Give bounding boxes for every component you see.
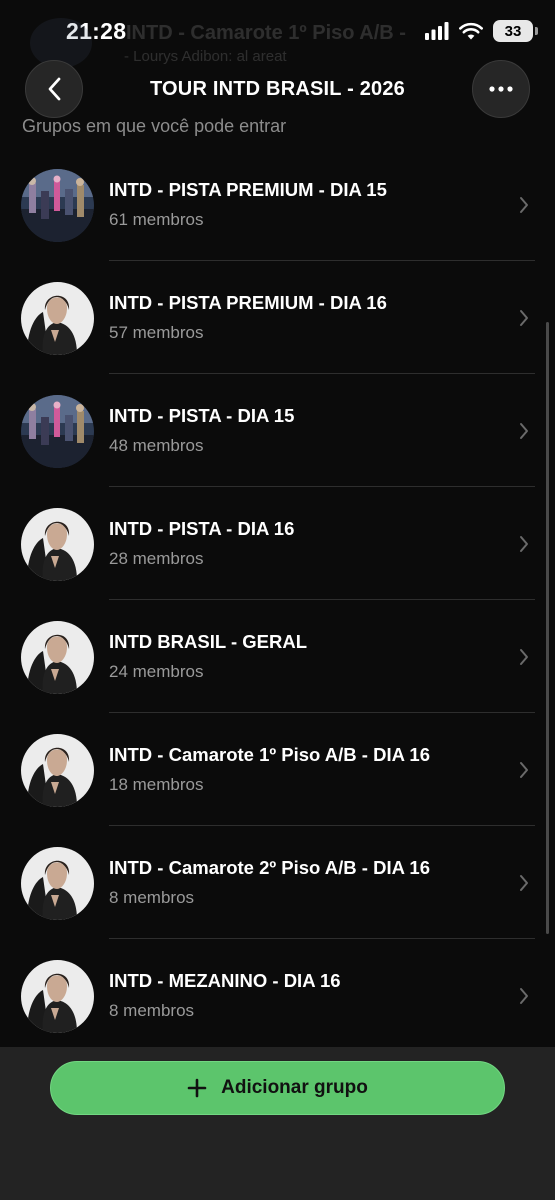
group-name: INTD - PISTA - DIA 16 bbox=[109, 518, 295, 539]
group-member-count: 24 membros bbox=[109, 662, 204, 681]
add-group-label: Adicionar grupo bbox=[221, 1077, 368, 1098]
chevron-right-icon bbox=[520, 762, 528, 778]
navigation-bar: TOUR INTD BRASIL - 2026 bbox=[0, 60, 555, 120]
group-name: INTD - Camarote 2º Piso A/B - DIA 16 bbox=[109, 857, 430, 878]
group-row[interactable]: INTD - PISTA - DIA 15 48 membros bbox=[0, 374, 555, 487]
group-name: INTD - MEZANINO - DIA 16 bbox=[109, 970, 341, 991]
group-avatar bbox=[21, 282, 94, 355]
status-bar: 21:28 33 bbox=[0, 0, 555, 62]
group-name: INTD BRASIL - GERAL bbox=[109, 631, 308, 652]
section-label: Grupos em que você pode entrar bbox=[22, 116, 287, 136]
group-avatar bbox=[21, 621, 94, 694]
chevron-right-icon bbox=[520, 423, 528, 439]
bottom-panel: Adicionar grupo bbox=[0, 1047, 555, 1200]
plus-icon bbox=[187, 1078, 207, 1098]
battery-level: 33 bbox=[504, 22, 522, 40]
scrollbar[interactable] bbox=[546, 322, 549, 934]
status-icons: 33 bbox=[425, 20, 538, 42]
group-member-count: 18 membros bbox=[109, 775, 204, 794]
group-member-count: 57 membros bbox=[109, 323, 204, 342]
chevron-right-icon bbox=[520, 988, 528, 1004]
status-time: 21:28 bbox=[66, 18, 127, 44]
chevron-right-icon bbox=[520, 197, 528, 213]
ellipsis-icon bbox=[489, 86, 513, 92]
group-member-count: 28 membros bbox=[109, 549, 204, 568]
group-row[interactable]: INTD - PISTA PREMIUM - DIA 15 61 membros bbox=[0, 148, 555, 261]
group-avatar bbox=[21, 734, 94, 807]
group-row[interactable]: INTD - PISTA PREMIUM - DIA 16 57 membros bbox=[0, 261, 555, 374]
cellular-signal-icon bbox=[425, 22, 449, 40]
group-name: INTD - PISTA PREMIUM - DIA 15 bbox=[109, 179, 387, 200]
group-member-count: 8 membros bbox=[109, 888, 195, 907]
group-name: INTD - PISTA - DIA 15 bbox=[109, 405, 295, 426]
group-member-count: 61 membros bbox=[109, 210, 204, 229]
wifi-icon bbox=[459, 22, 483, 40]
group-row[interactable]: INTD - Camarote 2º Piso A/B - DIA 16 8 m… bbox=[0, 826, 555, 939]
group-avatar bbox=[21, 508, 94, 581]
battery-indicator: 33 bbox=[493, 20, 538, 42]
group-row[interactable]: INTD - Camarote 1º Piso A/B - DIA 16 18 … bbox=[0, 713, 555, 826]
group-name: INTD - PISTA PREMIUM - DIA 16 bbox=[109, 292, 387, 313]
chevron-right-icon bbox=[520, 536, 528, 552]
group-row[interactable]: INTD - MEZANINO - DIA 16 8 membros bbox=[0, 939, 555, 1052]
group-avatar bbox=[21, 395, 94, 468]
more-options-button[interactable] bbox=[472, 60, 530, 118]
chevron-right-icon bbox=[520, 310, 528, 326]
group-avatar bbox=[21, 169, 94, 242]
group-avatar bbox=[21, 960, 94, 1033]
group-row[interactable]: INTD BRASIL - GERAL 24 membros bbox=[0, 600, 555, 713]
chevron-right-icon bbox=[520, 649, 528, 665]
group-member-count: 8 membros bbox=[109, 1001, 195, 1020]
group-member-count: 48 membros bbox=[109, 436, 204, 455]
group-name: INTD - Camarote 1º Piso A/B - DIA 16 bbox=[109, 744, 430, 765]
group-avatar bbox=[21, 847, 94, 920]
group-row[interactable]: INTD - PISTA - DIA 16 28 membros bbox=[0, 487, 555, 600]
add-group-button[interactable]: Adicionar grupo bbox=[50, 1061, 505, 1115]
group-list: INTD - PISTA PREMIUM - DIA 15 61 membros… bbox=[0, 148, 555, 1052]
chevron-right-icon bbox=[520, 875, 528, 891]
